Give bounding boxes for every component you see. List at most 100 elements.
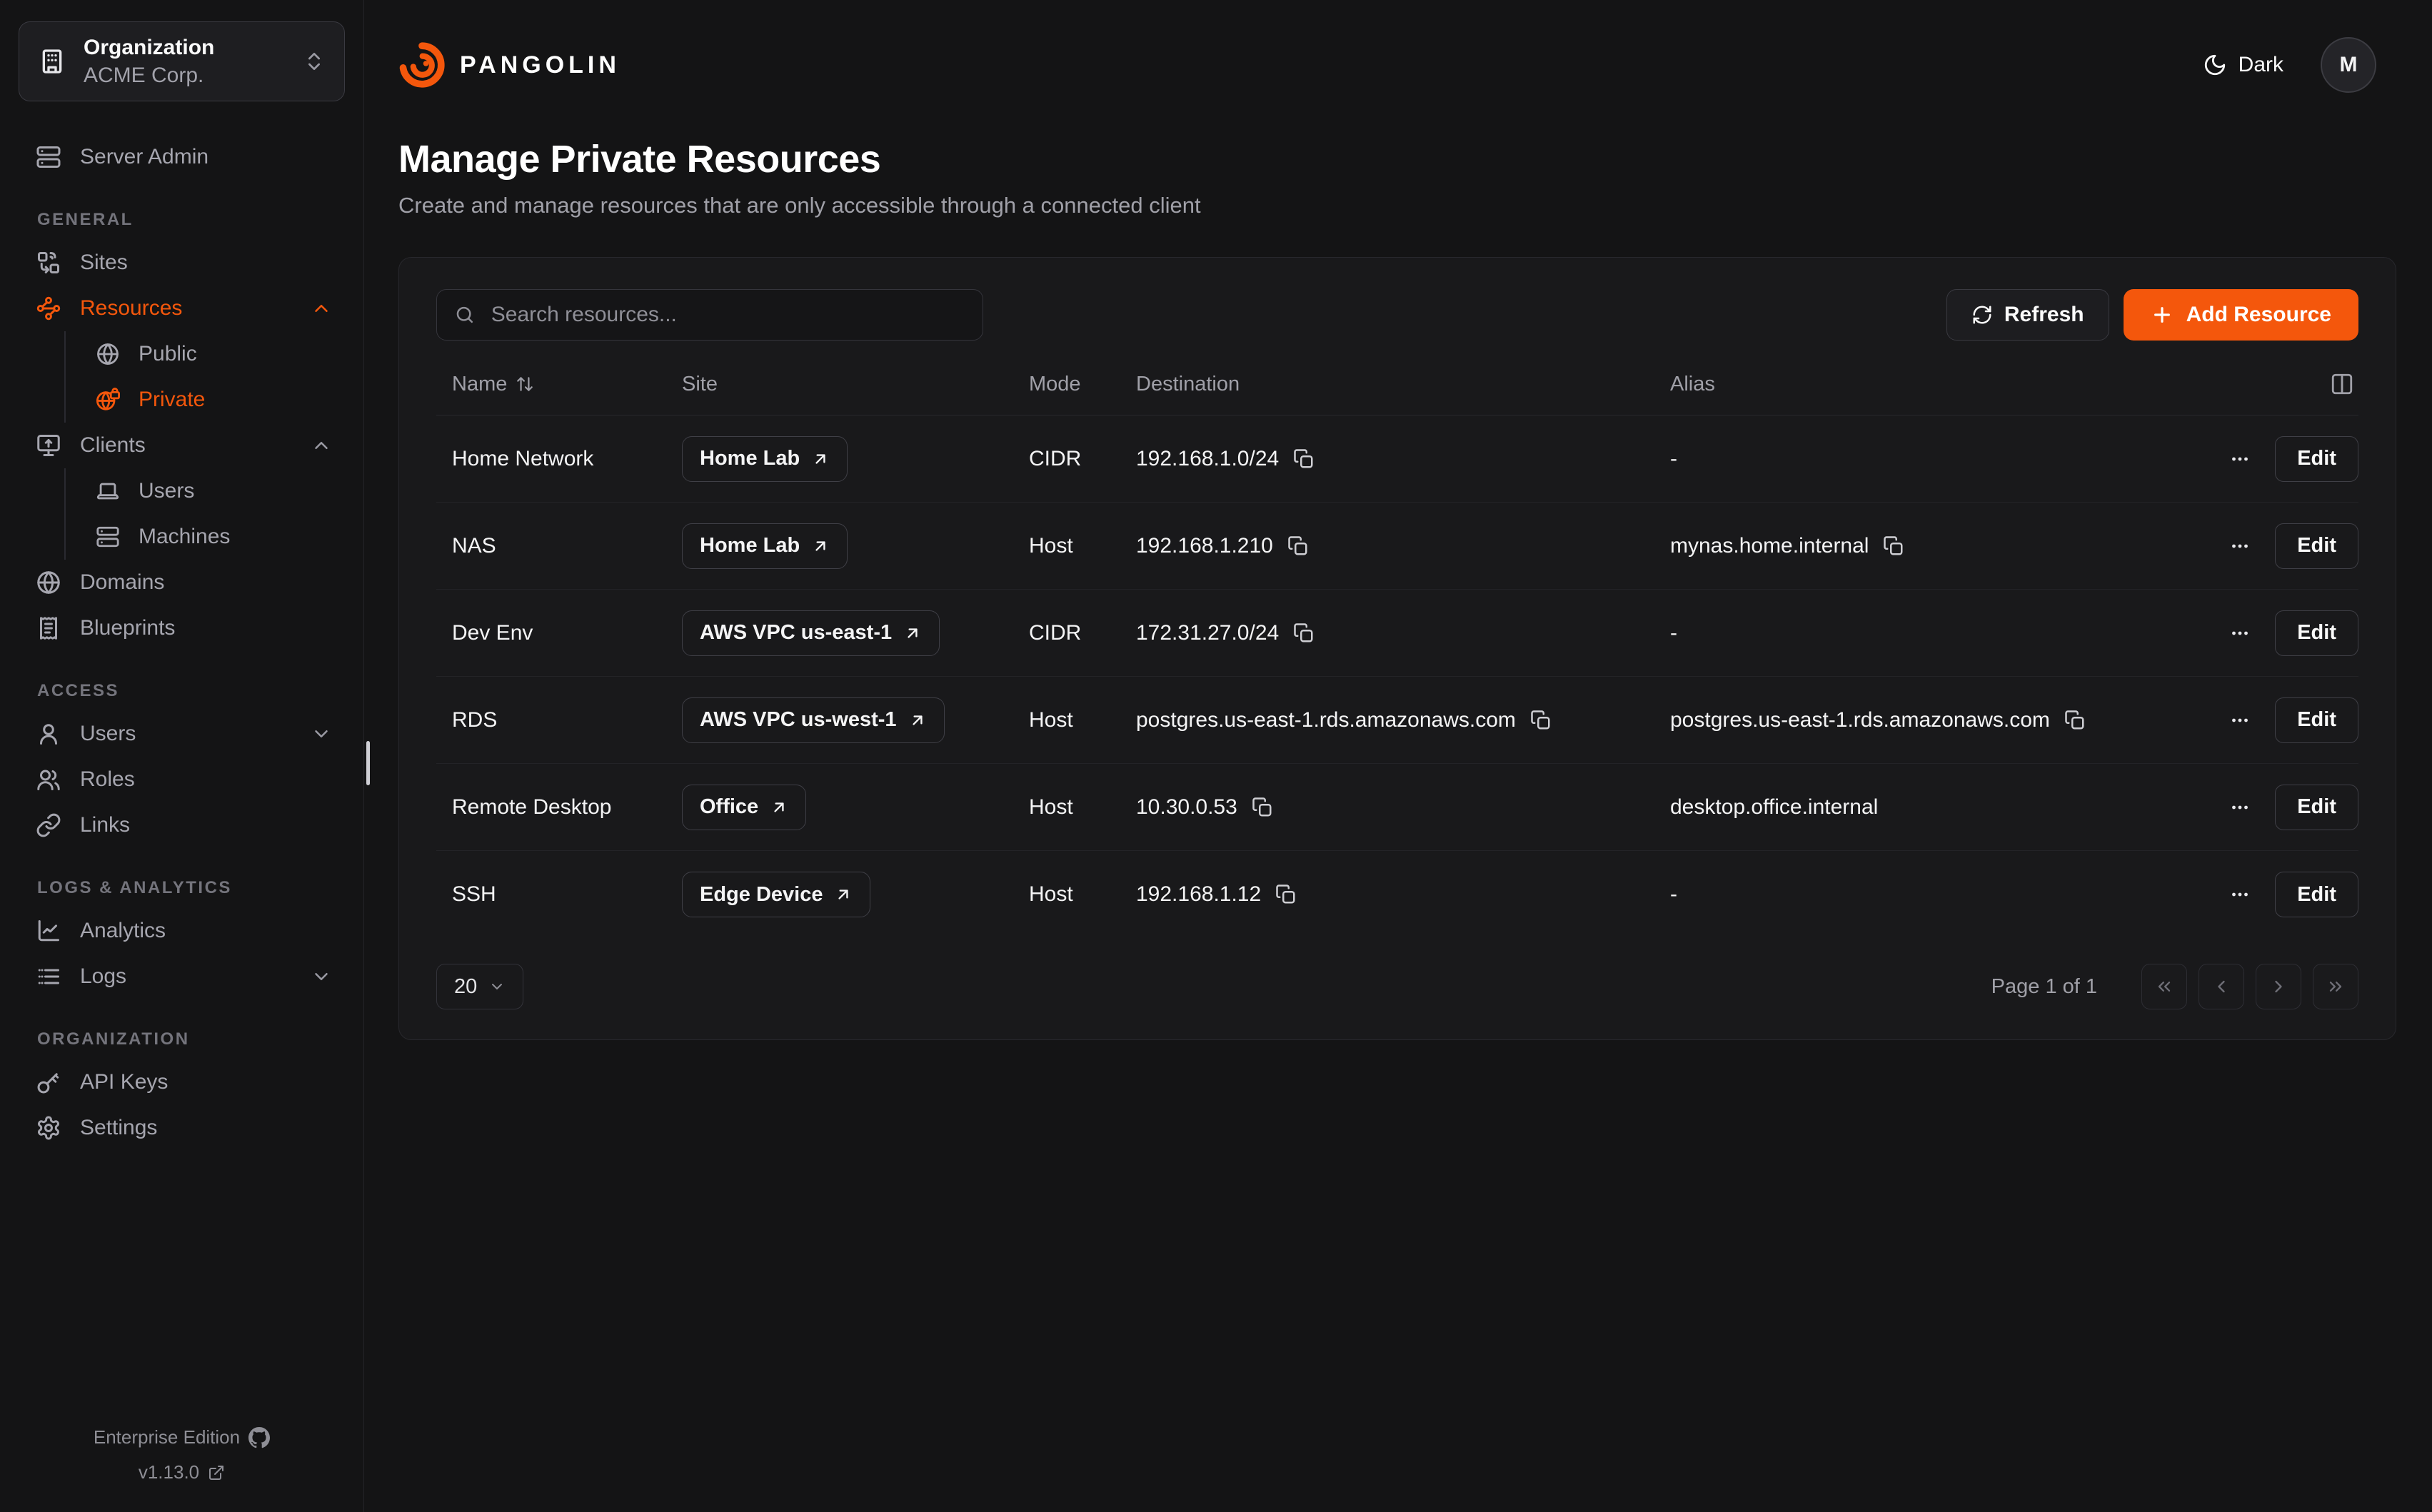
column-settings-button[interactable] [2201, 372, 2358, 396]
arrow-up-right-icon [908, 711, 927, 730]
copy-destination-button[interactable] [1530, 710, 1552, 731]
column-header-site: Site [682, 373, 1029, 396]
site-name: Edge Device [700, 883, 823, 907]
resource-alias: mynas.home.internal [1670, 534, 2201, 558]
row-menu-button[interactable] [2224, 617, 2256, 650]
page-size-select[interactable]: 20 [436, 964, 523, 1009]
sidebar-item-roles[interactable]: Roles [19, 757, 345, 802]
copy-icon [1287, 535, 1309, 557]
sidebar-item-analytics[interactable]: Analytics [19, 908, 345, 954]
table-row: Home Network Home Lab CIDR 192.168.1.0/2… [436, 415, 2358, 503]
row-menu-button[interactable] [2224, 443, 2256, 475]
sidebar-item-machines[interactable]: Machines [96, 514, 345, 560]
version-link[interactable]: v1.13.0 [139, 1461, 225, 1483]
chevron-left-icon [2211, 977, 2231, 997]
sidebar-scrollbar-thumb[interactable] [366, 741, 370, 785]
sidebar-item-domains[interactable]: Domains [19, 560, 345, 605]
brand-logo[interactable]: PANGOLIN [398, 41, 620, 89]
org-selector[interactable]: Organization ACME Corp. [19, 21, 345, 101]
copy-destination-button[interactable] [1293, 623, 1315, 644]
sidebar-item-clients[interactable]: Clients [19, 423, 345, 468]
row-menu-button[interactable] [2224, 530, 2256, 563]
site-link-button[interactable]: Edge Device [682, 872, 870, 917]
copy-alias-button[interactable] [1883, 535, 1904, 557]
app-window: Organization ACME Corp. Server Admin GEN… [0, 0, 2432, 1512]
edit-button[interactable]: Edit [2275, 523, 2358, 569]
copy-icon [1275, 884, 1297, 905]
last-page-button[interactable] [2313, 964, 2358, 1009]
next-page-button[interactable] [2256, 964, 2301, 1009]
sidebar-item-client-users[interactable]: Users [96, 468, 345, 514]
chevron-down-icon[interactable] [311, 966, 332, 987]
previous-page-button[interactable] [2199, 964, 2244, 1009]
row-menu-button[interactable] [2224, 704, 2256, 737]
row-menu-button[interactable] [2224, 878, 2256, 911]
chevron-up-icon[interactable] [311, 435, 332, 456]
copy-destination-button[interactable] [1252, 797, 1273, 818]
section-label-logs-analytics: LOGS & ANALYTICS [37, 878, 345, 898]
edit-button[interactable]: Edit [2275, 436, 2358, 482]
add-resource-button[interactable]: Add Resource [2124, 289, 2358, 341]
sidebar-item-label: Blueprints [80, 616, 175, 640]
brand-name: PANGOLIN [460, 51, 620, 79]
copy-destination-button[interactable] [1287, 535, 1309, 557]
sidebar-item-blueprints[interactable]: Blueprints [19, 605, 345, 651]
ellipsis-icon [2228, 708, 2252, 732]
sidebar-item-label: Private [139, 388, 205, 412]
theme-toggle[interactable]: Dark [2203, 53, 2283, 77]
resource-name: NAS [452, 534, 682, 558]
sidebar-item-sites[interactable]: Sites [19, 240, 345, 286]
site-link-button[interactable]: Office [682, 785, 806, 830]
resource-alias: desktop.office.internal [1670, 795, 2201, 820]
section-label-general: GENERAL [37, 210, 345, 230]
search-input[interactable] [490, 302, 965, 328]
site-link-button[interactable]: AWS VPC us-west-1 [682, 697, 945, 743]
edit-button[interactable]: Edit [2275, 872, 2358, 917]
column-header-name[interactable]: Name [452, 373, 682, 396]
chevron-down-icon[interactable] [311, 723, 332, 745]
theme-label: Dark [2238, 53, 2283, 77]
sort-icon[interactable] [516, 375, 534, 393]
refresh-button[interactable]: Refresh [1946, 289, 2109, 341]
sidebar-item-links[interactable]: Links [19, 802, 345, 848]
ellipsis-icon [2228, 882, 2252, 907]
table-row: Remote Desktop Office Host 10.30.0.53 [436, 764, 2358, 851]
row-actions: Edit [2201, 785, 2358, 830]
site-link-button[interactable]: AWS VPC us-east-1 [682, 610, 940, 656]
sidebar-item-settings[interactable]: Settings [19, 1105, 345, 1151]
page-status: Page 1 of 1 [1991, 975, 2097, 999]
chevron-up-icon[interactable] [311, 298, 332, 319]
copy-alias-button[interactable] [2064, 710, 2086, 731]
resource-mode: CIDR [1029, 447, 1136, 471]
edit-button[interactable]: Edit [2275, 610, 2358, 656]
site-link-button[interactable]: Home Lab [682, 436, 848, 482]
sidebar-item-users[interactable]: Users [19, 711, 345, 757]
arrow-up-right-icon [811, 450, 830, 468]
edit-button[interactable]: Edit [2275, 697, 2358, 743]
site-link-button[interactable]: Home Lab [682, 523, 848, 569]
sidebar-item-server-admin[interactable]: Server Admin [19, 134, 345, 180]
resources-table: Name Site Mode Destination Alias Ho [436, 372, 2358, 938]
sidebar-item-private[interactable]: Private [96, 377, 345, 423]
edit-button[interactable]: Edit [2275, 785, 2358, 830]
resource-alias: - [1670, 621, 2201, 645]
page-size-value: 20 [454, 975, 477, 999]
edition-label: Enterprise Edition [94, 1426, 240, 1448]
sidebar-item-logs[interactable]: Logs [19, 954, 345, 999]
sidebar-item-resources[interactable]: Resources [19, 286, 345, 331]
sidebar-item-label: Public [139, 342, 197, 366]
sidebar-item-public[interactable]: Public [96, 331, 345, 377]
copy-destination-button[interactable] [1275, 884, 1297, 905]
resource-name: Remote Desktop [452, 795, 682, 820]
clients-subnav: Users Machines [64, 468, 345, 560]
sidebar-item-label: Resources [80, 296, 182, 321]
row-menu-button[interactable] [2224, 791, 2256, 824]
avatar[interactable]: M [2321, 37, 2376, 93]
edition-link[interactable]: Enterprise Edition [94, 1426, 270, 1448]
resource-name: Dev Env [452, 621, 682, 645]
globe-icon [96, 342, 120, 366]
main-content: PANGOLIN Dark M Manage Private Resources… [364, 0, 2432, 1512]
copy-destination-button[interactable] [1293, 448, 1315, 470]
sidebar-item-api-keys[interactable]: API Keys [19, 1059, 345, 1105]
first-page-button[interactable] [2141, 964, 2187, 1009]
